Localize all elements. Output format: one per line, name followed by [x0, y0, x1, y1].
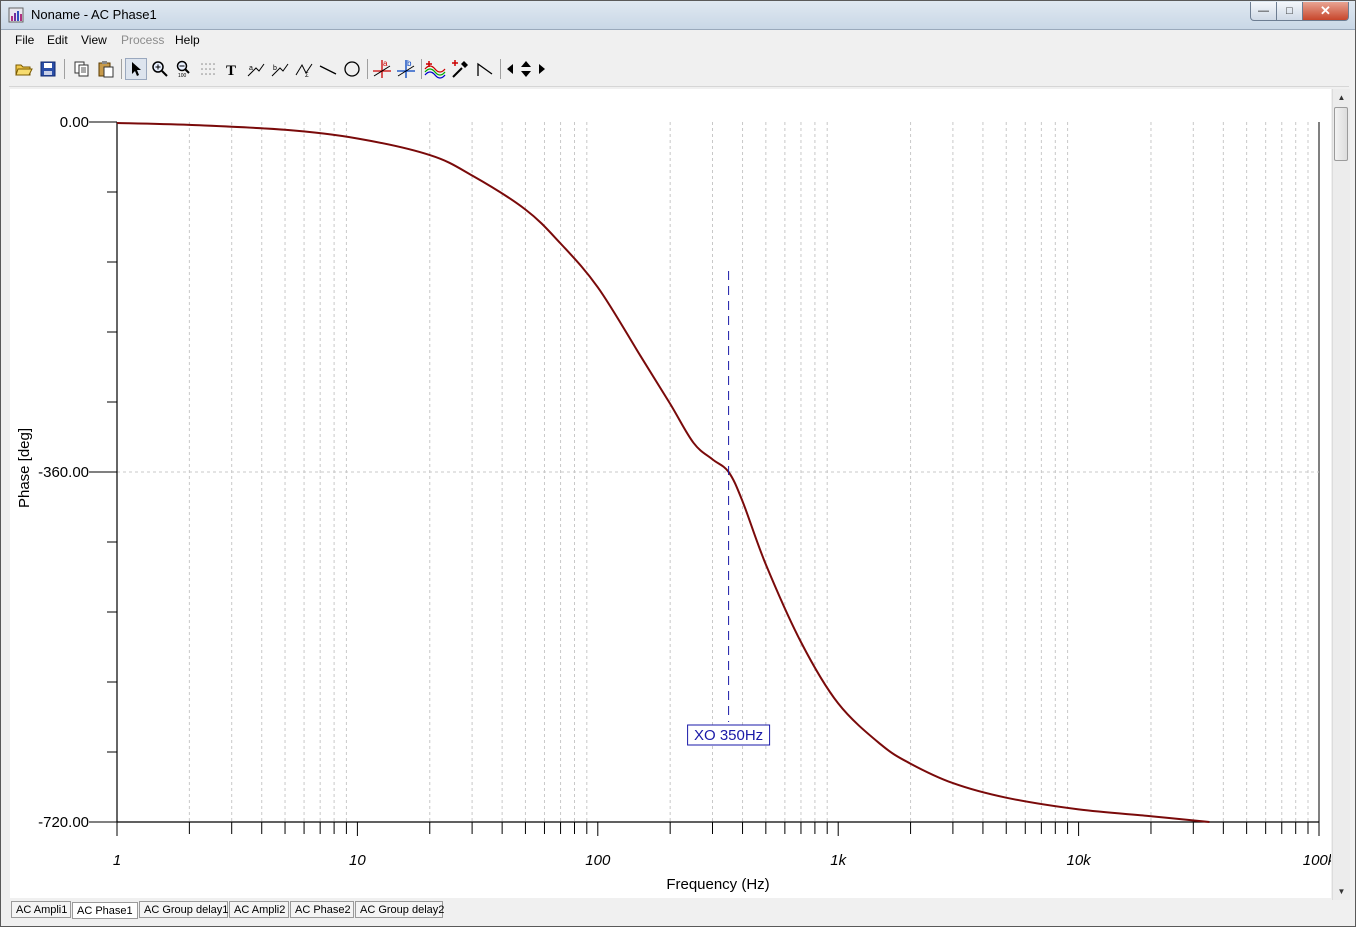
- annotate-3-icon: Σ: [295, 63, 313, 78]
- menu-process[interactable]: Process: [121, 33, 164, 47]
- maximize-button[interactable]: □: [1277, 2, 1303, 21]
- arrow-right-button[interactable]: [535, 58, 549, 80]
- annotate-icon: a: [247, 63, 265, 77]
- text-icon: T: [226, 63, 236, 78]
- arrow-right-icon: [539, 64, 545, 74]
- tab-ac-ampli2[interactable]: AC Ampli2: [229, 901, 289, 918]
- menu-view[interactable]: View: [81, 33, 107, 47]
- menu-edit[interactable]: Edit: [47, 33, 68, 47]
- scroll-up-arrow[interactable]: ▲: [1333, 89, 1350, 106]
- close-button[interactable]: ✕: [1303, 2, 1349, 21]
- cursor-a-icon: a: [373, 59, 391, 78]
- step-icon: [477, 62, 493, 76]
- x-tick-label: 100: [585, 852, 611, 869]
- grid-icon: [201, 63, 215, 75]
- x-tick-label: 10: [349, 852, 366, 869]
- x-axis-label: Frequency (Hz): [666, 876, 769, 893]
- color-picker-button[interactable]: [449, 58, 471, 80]
- arrow-left-icon: [507, 64, 513, 74]
- annotate-2-icon: b: [271, 63, 289, 77]
- menu-bar: File Edit View Process Help: [9, 30, 1349, 50]
- tab-bar: AC Ampli1 AC Phase1 AC Group delay1 AC A…: [9, 900, 1349, 920]
- arrow-left-button[interactable]: [503, 58, 517, 80]
- paste-button[interactable]: [95, 58, 117, 80]
- minimize-button[interactable]: —: [1250, 2, 1277, 21]
- svg-text:a: a: [249, 65, 253, 72]
- y-tick-label: 0.00: [60, 114, 89, 131]
- x-tick-label: 1k: [830, 852, 847, 869]
- arrow-updown-button[interactable]: [517, 58, 535, 80]
- xo-marker-label: XO 350Hz: [694, 727, 763, 744]
- window-title: Noname - AC Phase1: [31, 7, 157, 22]
- svg-text:b: b: [273, 65, 277, 72]
- app-icon: [8, 7, 24, 23]
- vertical-scrollbar[interactable]: ▲ ▼: [1332, 89, 1350, 900]
- zoom-in-icon: [152, 61, 168, 77]
- toolbar: 100 T a b Σ a b: [9, 56, 1349, 87]
- copy-button[interactable]: [71, 58, 93, 80]
- save-button[interactable]: [37, 58, 59, 80]
- menu-help[interactable]: Help: [175, 33, 200, 47]
- curves-icon: [424, 61, 446, 79]
- plot-area[interactable]: 0.00 -360.00 -720.00 1 10 100 1k 10k 100k Frequen…: [10, 89, 1337, 898]
- svg-text:Σ: Σ: [305, 73, 309, 78]
- menu-file[interactable]: File: [15, 33, 34, 47]
- y-tick-label: -360.00: [38, 464, 89, 481]
- svg-text:T: T: [226, 63, 236, 78]
- open-icon: [15, 64, 33, 76]
- text-button[interactable]: T: [221, 58, 243, 80]
- circle-button[interactable]: [341, 58, 363, 80]
- svg-text:a: a: [383, 59, 388, 68]
- color-picker-icon: [452, 60, 468, 78]
- line-icon: [319, 65, 337, 75]
- line-button[interactable]: [317, 58, 339, 80]
- annotate-button[interactable]: a: [245, 58, 267, 80]
- copy-icon: [74, 61, 89, 77]
- y-tick-label: -720.00: [38, 814, 89, 831]
- phase-chart[interactable]: 0.00 -360.00 -720.00 1 10 100 1k 10k 100k Frequen…: [10, 89, 1337, 898]
- circle-icon: [344, 61, 360, 77]
- zoom-in-button[interactable]: [149, 58, 171, 80]
- tab-ac-phase1[interactable]: AC Phase1: [72, 902, 138, 919]
- x-tick-label: 1: [113, 852, 121, 869]
- scroll-down-arrow[interactable]: ▼: [1333, 883, 1350, 900]
- zoom-100-button[interactable]: 100: [173, 58, 195, 80]
- scroll-thumb[interactable]: [1334, 107, 1348, 161]
- step-button[interactable]: [474, 58, 496, 80]
- pointer-icon: [132, 62, 141, 76]
- tab-ac-phase2[interactable]: AC Phase2: [290, 901, 354, 918]
- grid-button[interactable]: [197, 58, 219, 80]
- curves-button[interactable]: [424, 58, 446, 80]
- cursor-b-button[interactable]: b: [395, 58, 417, 80]
- title-bar: Noname - AC Phase1 — □ ✕: [1, 1, 1355, 30]
- arrow-updown-icon: [521, 61, 531, 77]
- paste-icon: [98, 61, 114, 78]
- cursor-a-button[interactable]: a: [371, 58, 393, 80]
- pointer-button[interactable]: [125, 58, 147, 80]
- save-icon: [40, 61, 56, 77]
- tab-ac-ampli1[interactable]: AC Ampli1: [11, 901, 71, 918]
- x-tick-label: 10k: [1067, 852, 1093, 869]
- annotate-3-button[interactable]: Σ: [293, 58, 315, 80]
- cursor-b-icon: b: [397, 59, 415, 78]
- y-axis-label: Phase [deg]: [16, 428, 33, 508]
- open-button[interactable]: [13, 58, 35, 80]
- svg-text:100: 100: [178, 73, 187, 78]
- app-window: Noname - AC Phase1 — □ ✕ File Edit View …: [0, 0, 1356, 927]
- tab-ac-group-delay1[interactable]: AC Group delay1: [139, 901, 228, 918]
- svg-text:b: b: [407, 59, 412, 68]
- zoom-100-icon: 100: [176, 60, 190, 78]
- x-tick-label: 100k: [1303, 852, 1331, 869]
- tab-ac-group-delay2[interactable]: AC Group delay2: [355, 901, 444, 918]
- annotate-2-button[interactable]: b: [269, 58, 291, 80]
